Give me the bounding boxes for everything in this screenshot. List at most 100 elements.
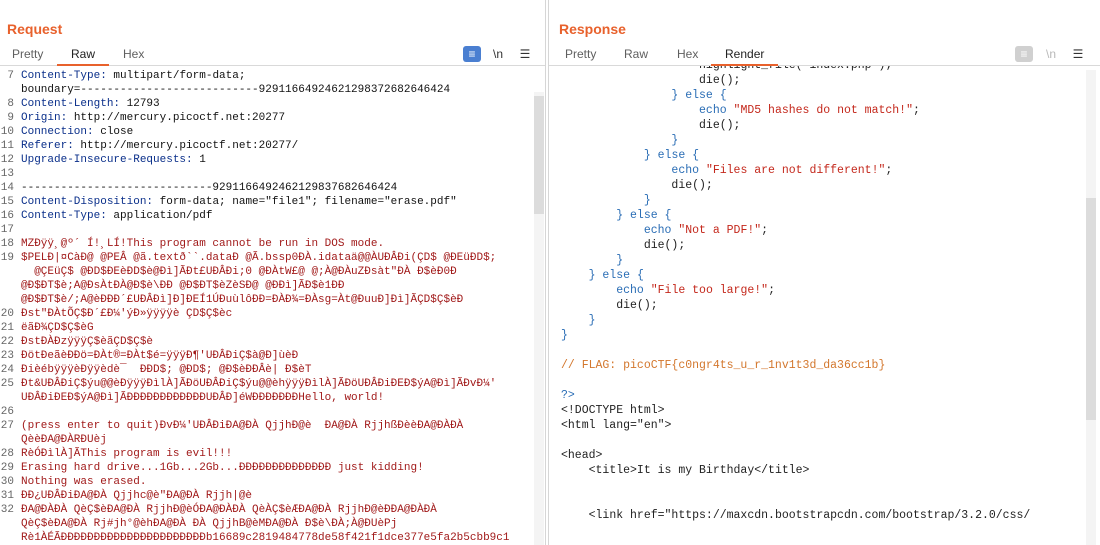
newline-icon[interactable]: \n [489, 46, 507, 62]
line-number: 22 [0, 336, 14, 348]
binary-data: Ðt&UÐÂÐiÇ$ýu@@èÐÿÿÿÐìlÀ]ÃÐöUÐÂÐiÇ$ýu@@èh… [21, 378, 497, 390]
code-token: ; [912, 104, 920, 117]
line-content: Erasing hard drive...1Gb...2Gb...ÐÐÐÐÐÐÐ… [21, 461, 424, 475]
line-number: 17 [0, 224, 14, 236]
code-token: } [616, 254, 624, 267]
code-token: ; [885, 164, 893, 177]
code-token: "Files are not different!" [705, 164, 886, 177]
header-value: multipart/form-data; [106, 70, 246, 82]
code-token: } [671, 134, 679, 147]
header-value: boundary=---------------------------9291… [21, 84, 451, 96]
line-content: @ÇEüÇ$ @ÐD$ÐEèÐD$è@Ðì]ÃÐt£UÐÂÐi;0 @ÐÀtW£… [21, 265, 457, 279]
response-line: die(); [561, 238, 685, 253]
line-content: Ðst"ÐÀtÕÇ$Ð´£Ð¼'ýÐ»ÿÿÿÿè ÇD$Ç$èc [21, 307, 232, 321]
response-tabs: Pretty Raw Hex Render ≡ \n ☰ [549, 44, 1100, 66]
line-number: 19 [0, 252, 14, 264]
code-token: <!DOCTYPE html> [561, 404, 665, 417]
line-number: 7 [7, 70, 14, 82]
line-number: 16 [0, 210, 14, 222]
line-number: 25 [0, 378, 14, 390]
line-content: ÐÐ¿UÐÂÐiÐA@ÐÀ Qjjhc@è"ÐA@ÐÀ Rjjh|@è [21, 489, 252, 503]
header-name: Origin: [21, 112, 68, 124]
response-line: ?> [561, 388, 575, 403]
response-render-view[interactable]: highlight_file('index.php'); die(); } el… [549, 66, 1100, 545]
response-line: <html lang="en"> [561, 418, 671, 433]
header-value: -----------------------------92911664924… [21, 182, 398, 194]
code-token: } [643, 149, 651, 162]
header-value: http://mercury.picoctf.net:20277 [67, 112, 286, 124]
response-line: <link href="https://maxcdn.bootstrapcdn.… [561, 508, 1031, 523]
response-line: <head> [561, 448, 602, 463]
header-name: Connection: [21, 126, 94, 138]
line-content: QèèÐA@ÐÀRÐUèj [21, 433, 107, 447]
line-content: MZÐÿÿ¸@º´ Í!¸LÍ!This program cannot be r… [21, 237, 384, 251]
request-tabs: Pretty Raw Hex ≡ \n ☰ [0, 44, 545, 66]
line-number: 31 [0, 490, 14, 502]
code-token: die(); [643, 239, 686, 252]
code-token: ; [761, 224, 769, 237]
binary-data: UÐÂÐiÐEÐ$ýA@Ðì]ÃÐÐÐÐÐÐÐÐÐÐÐÐUÐÂÐ]éWÐÐÐÐÐ… [21, 392, 385, 404]
line-content: -----------------------------92911664924… [21, 181, 397, 195]
line-number: 10 [0, 126, 14, 138]
response-title: Response [559, 21, 626, 37]
menu-icon[interactable]: ☰ [1069, 46, 1087, 62]
code-token: echo [699, 104, 734, 117]
request-editor[interactable]: 7 Content-Type: multipart/form-data; bound… [0, 66, 545, 545]
binary-data: QèÇ$èÐA@ÐÀ Rj#jh°@èhÐA@ÐÀ ÐÀ QjjhB@èMÐA@… [21, 518, 398, 530]
header-value: 1 [192, 154, 206, 166]
code-token: <head> [561, 449, 603, 462]
response-line: <title>It is my Birthday</title> [561, 463, 810, 478]
line-content: ÐstÐÀÐzÿÿÿÇ$èãÇD$Ç$è [21, 335, 153, 349]
header-name: Content-Type: [21, 210, 107, 222]
tab-pretty[interactable]: Pretty [565, 47, 596, 61]
line-content: Rè1ÀÉÃÐÐÐÐÐÐÐÐÐÐÐÐÐÐÐÐÐÐÐÐÐÐb16689c28194… [21, 531, 509, 545]
response-line: // FLAG: picoCTF{c0ngr4ts_u_r_1nv1t3d_da… [561, 358, 885, 373]
binary-data: @ÇEüÇ$ @ÐD$ÐEèÐD$è@Ðì]ÃÐt£UÐÂÐi;0 @ÐÀtW£… [21, 266, 457, 278]
code-token: else [650, 149, 693, 162]
request-scroll-thumb[interactable] [534, 96, 544, 214]
response-line: } [561, 313, 596, 328]
header-name: Content-Disposition: [21, 196, 154, 208]
request-pane: Request Pretty Raw Hex ≡ \n ☰ 7 Content-T… [0, 0, 546, 545]
newline-icon[interactable]: \n [1042, 46, 1060, 62]
code-token: highlight_file('index.php'); [699, 66, 892, 72]
tab-raw[interactable]: Raw [624, 47, 648, 61]
header-name: Upgrade-Insecure-Requests: [21, 154, 193, 166]
line-content: Nothing was erased. [21, 475, 146, 489]
line-number: 15 [0, 196, 14, 208]
response-line: echo "Not a PDF!"; [561, 223, 768, 238]
tab-hex[interactable]: Hex [677, 47, 698, 61]
response-line: } else { [561, 88, 726, 103]
code-token: } [561, 329, 568, 342]
response-line: die(); [561, 118, 740, 133]
response-line: } else { [561, 268, 644, 283]
wrap-lines-icon[interactable]: ≡ [1015, 46, 1033, 62]
code-token: { [692, 149, 700, 162]
response-line: } [561, 133, 678, 148]
request-title: Request [7, 21, 63, 37]
tab-hex[interactable]: Hex [123, 47, 144, 61]
code-token: { [636, 269, 644, 282]
line-content: Ðt&UÐÂÐiÇ$ýu@@èÐÿÿÿÐìlÀ]ÃÐöUÐÂÐiÇ$ýu@@èh… [21, 377, 496, 391]
header-name: Referer: [21, 140, 74, 152]
tab-pretty[interactable]: Pretty [12, 47, 43, 61]
line-content: boundary=---------------------------9291… [21, 83, 450, 97]
wrap-lines-icon[interactable]: ≡ [463, 46, 481, 62]
code-token: echo [643, 224, 679, 237]
binary-data: ÐstÐÀÐzÿÿÿÇ$èãÇD$Ç$è [21, 336, 154, 348]
line-content: Origin: http://mercury.picoctf.net:20277 [21, 111, 285, 125]
code-token: ; [768, 284, 775, 297]
code-token: ?> [561, 389, 575, 402]
tab-raw[interactable]: Raw [56, 47, 110, 66]
response-scroll-thumb[interactable] [1086, 198, 1096, 420]
code-token: <html lang="en"> [561, 419, 672, 432]
menu-icon[interactable]: ☰ [516, 46, 534, 62]
code-token: die(); [699, 119, 741, 132]
binary-data: Nothing was erased. [21, 476, 147, 488]
code-token: die(); [671, 179, 713, 192]
line-number: 23 [0, 350, 14, 362]
line-content: Content-Type: multipart/form-data; [21, 69, 245, 83]
line-number: 12 [0, 154, 14, 166]
binary-data: RèÓÐìlÀ]ÃThis program is evil!!! [21, 448, 233, 460]
tab-render[interactable]: Render [710, 47, 779, 66]
